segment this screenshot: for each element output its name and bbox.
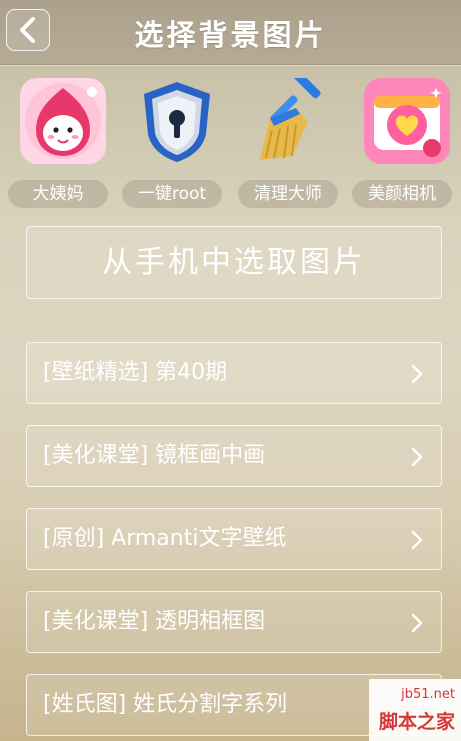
- chevron-right-icon: [411, 364, 423, 384]
- list-item-label: [姓氏图] 姓氏分割字系列: [43, 692, 288, 717]
- chevron-right-icon: [411, 530, 423, 550]
- site-watermark: jb51.net 脚本之家: [369, 679, 461, 741]
- app-label: 清理大师: [238, 180, 338, 208]
- watermark-url: jb51.net: [401, 687, 455, 702]
- pick-from-phone-button[interactable]: 从手机中选取图片: [26, 226, 442, 299]
- app-item-root[interactable]: 一键root: [122, 78, 230, 210]
- list-item[interactable]: [原创] Armanti文字壁纸: [26, 508, 442, 570]
- list-item[interactable]: [壁纸精选] 第40期: [26, 342, 442, 404]
- app-label: 一键root: [122, 180, 222, 208]
- list-item[interactable]: [美化课堂] 透明相框图: [26, 591, 442, 653]
- chevron-right-icon: [411, 613, 423, 633]
- app-item-camera[interactable]: 美颜相机: [352, 78, 460, 210]
- period-tracker-icon: [20, 78, 106, 164]
- list-item-label: [美化课堂] 透明相框图: [43, 609, 266, 634]
- shield-lock-icon: [144, 82, 210, 162]
- list-item-label: [美化课堂] 镜框画中画: [43, 443, 266, 468]
- app-item-period[interactable]: 大姨妈: [8, 78, 116, 210]
- header-bar: 选择背景图片: [0, 0, 461, 65]
- page-title: 选择背景图片: [134, 18, 327, 52]
- list-item-label: [壁纸精选] 第40期: [43, 360, 228, 385]
- list-item[interactable]: [美化课堂] 镜框画中画: [26, 425, 442, 487]
- recommended-apps-row: 大姨妈 一键root 清理大师 美颜相机: [0, 78, 461, 210]
- app-label: 大姨妈: [8, 180, 108, 208]
- watermark-name: 脚本之家: [378, 711, 455, 733]
- chevron-right-icon: [411, 447, 423, 467]
- list-item-label: [原创] Armanti文字壁纸: [43, 526, 287, 551]
- camera-heart-icon: [364, 78, 450, 164]
- app-label: 美颜相机: [352, 180, 452, 208]
- app-item-cleaner[interactable]: 清理大师: [238, 78, 346, 210]
- broom-icon: [260, 78, 321, 160]
